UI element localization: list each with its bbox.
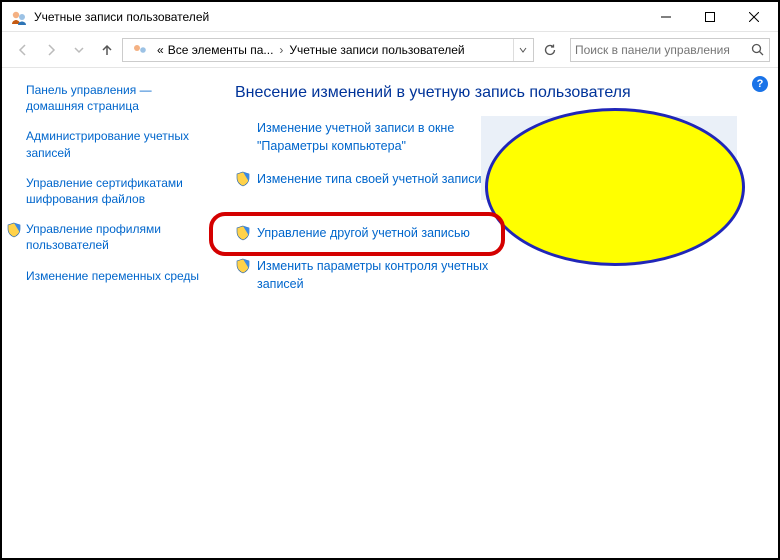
control-panel-home-link[interactable]: Панель управления — домашняя страница (26, 82, 205, 114)
address-bar[interactable]: « Все элементы па... › Учетные записи по… (122, 38, 534, 62)
content-area: ? Панель управления — домашняя страница … (2, 68, 778, 558)
shield-icon (235, 171, 251, 187)
maximize-button[interactable] (688, 3, 732, 31)
task-label: Изменение типа своей учетной записи (257, 171, 481, 189)
task-change-in-settings[interactable]: Изменение учетной записи в окне "Парамет… (235, 120, 760, 155)
address-root-prefix: « (157, 43, 164, 57)
breadcrumb-1[interactable]: Все элементы па... (168, 43, 274, 57)
sidebar-item-manage-certs[interactable]: Управление сертификатами шифрования файл… (26, 175, 205, 207)
sidebar-item-admin-accounts[interactable]: Администрирование учетных записей (26, 128, 205, 160)
shield-icon (235, 225, 251, 241)
search-button[interactable] (745, 39, 769, 61)
up-button[interactable] (94, 37, 120, 63)
sidebar-item-manage-profiles[interactable]: Управление профилями пользователей (6, 221, 205, 253)
search-input[interactable] (571, 43, 745, 57)
task-manage-another-account[interactable]: Управление другой учетной записью (235, 225, 760, 243)
sidebar-item-env-vars[interactable]: Изменение переменных среды (26, 268, 205, 284)
window: Учетные записи пользователей « Все элеме… (0, 0, 780, 560)
main-panel: Внесение изменений в учетную запись поль… (217, 68, 778, 558)
task-change-account-type[interactable]: Изменение типа своей учетной записи (235, 171, 760, 189)
minimize-button[interactable] (644, 3, 688, 31)
window-title: Учетные записи пользователей (34, 10, 644, 24)
app-icon (10, 8, 28, 26)
task-label: Изменить параметры контроля учетных запи… (257, 258, 537, 293)
shield-icon (6, 222, 22, 238)
breadcrumb-2[interactable]: Учетные записи пользователей (289, 43, 464, 57)
task-change-uac[interactable]: Изменить параметры контроля учетных запи… (235, 258, 760, 293)
sidebar-item-label: Управление профилями пользователей (26, 221, 205, 253)
forward-button[interactable] (38, 37, 64, 63)
navbar: « Все элементы па... › Учетные записи по… (2, 32, 778, 68)
refresh-button[interactable] (538, 38, 562, 62)
shield-icon (235, 258, 251, 274)
chevron-right-icon[interactable]: › (277, 43, 285, 57)
task-label: Управление другой учетной записью (257, 225, 470, 243)
control-panel-icon (131, 41, 149, 59)
recent-locations-button[interactable] (66, 37, 92, 63)
titlebar: Учетные записи пользователей (2, 2, 778, 32)
sidebar: Панель управления — домашняя страница Ад… (2, 68, 217, 558)
search-box[interactable] (570, 38, 770, 62)
page-heading: Внесение изменений в учетную запись поль… (235, 84, 760, 102)
close-button[interactable] (732, 3, 776, 31)
task-label: Изменение учетной записи в окне "Парамет… (257, 120, 517, 155)
back-button[interactable] (10, 37, 36, 63)
address-history-dropdown[interactable] (513, 39, 531, 61)
